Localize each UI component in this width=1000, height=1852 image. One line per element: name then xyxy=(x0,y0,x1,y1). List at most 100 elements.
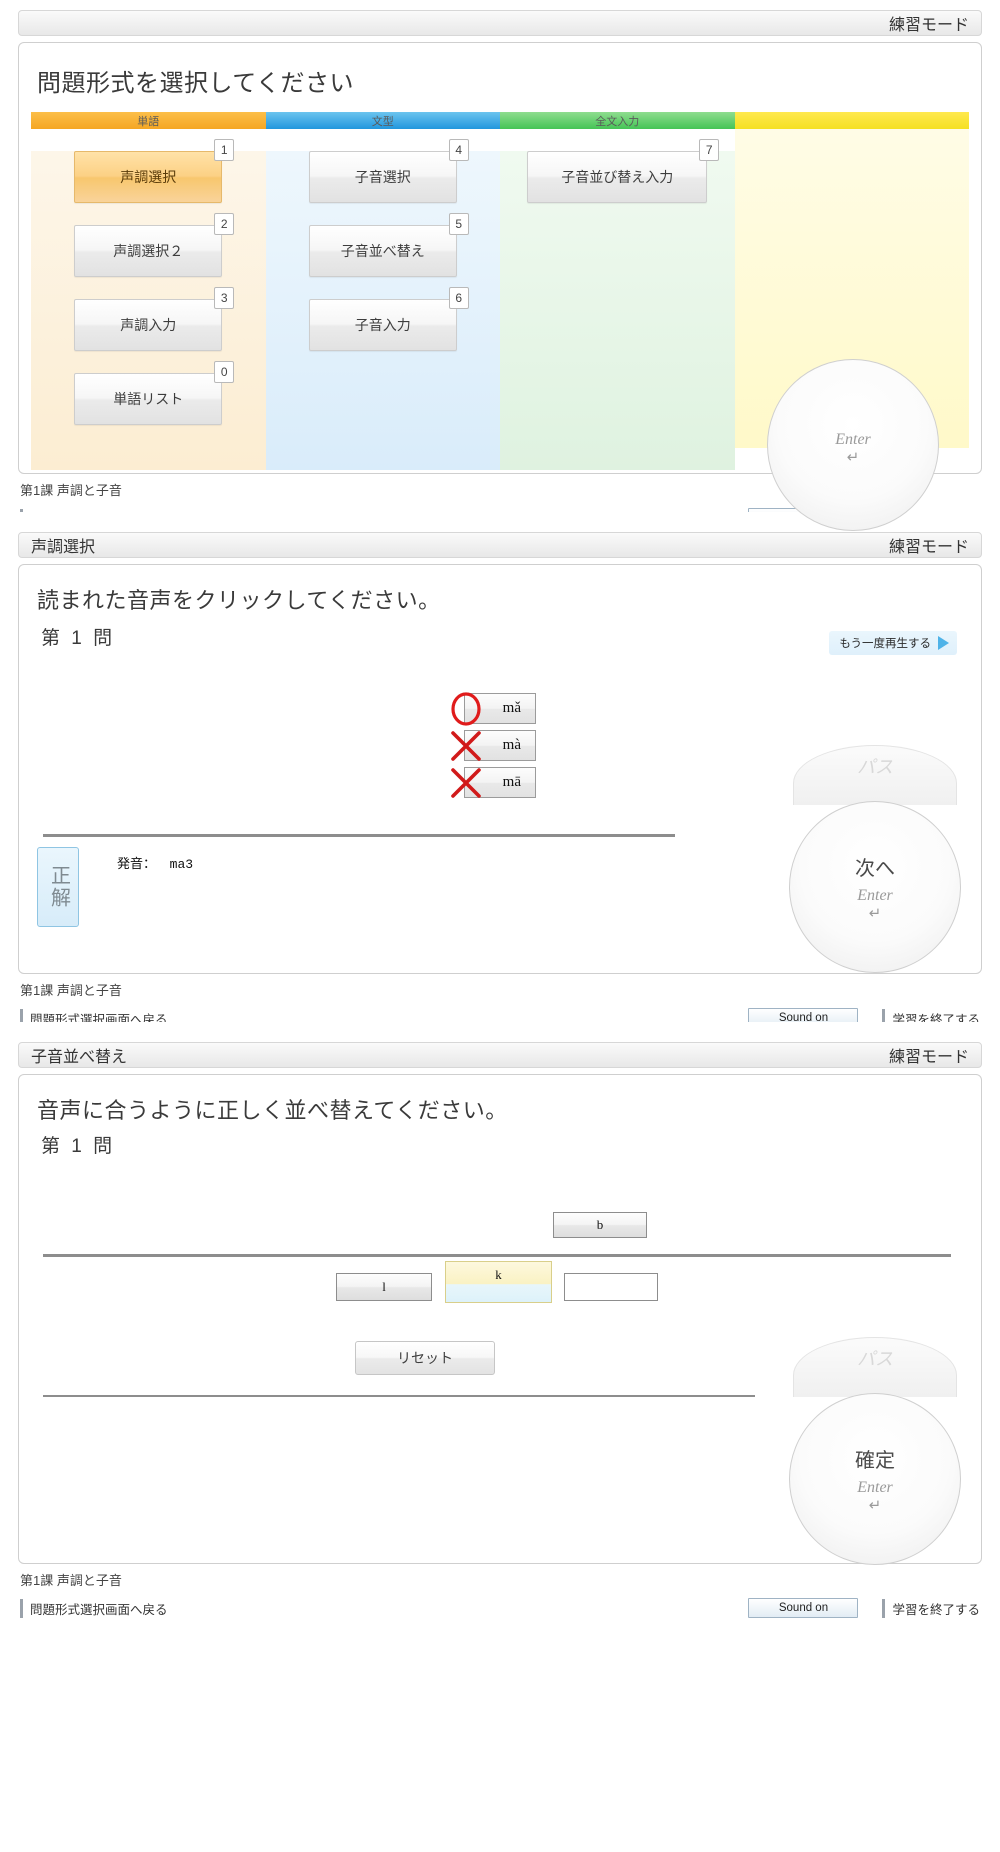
mode-button-label: 子音選択 xyxy=(354,169,411,185)
column-header-tango: 単語 xyxy=(31,112,266,129)
panel2-card: 読まれた音声をクリックしてください。 第 1 問 もう一度再生する mǎ mà … xyxy=(18,564,982,974)
panel1-mode-label: 練習モード xyxy=(888,17,969,34)
result-badge: 正解 xyxy=(37,847,79,927)
panel3-divider-bottom xyxy=(43,1395,755,1397)
mode-button-wrap-4: 子音選択 4 xyxy=(308,139,469,203)
mode-button-wrap-6: 子音入力 6 xyxy=(308,287,469,351)
panel1-card: 問題形式を選択してください 単語 声調選択 1 声調選択２ 2 声調入力 3 単… xyxy=(18,42,982,531)
panel3-confirm-dial[interactable]: 確定 Enter ↵ xyxy=(789,1393,961,1565)
tile-label: l xyxy=(382,1279,386,1294)
mode-button-tango-list[interactable]: 単語リスト xyxy=(74,373,223,425)
mode-button-shiin-sentaku[interactable]: 子音選択 xyxy=(308,151,457,203)
keycap-5: 5 xyxy=(448,213,469,235)
mode-button-wrap-2: 声調選択２ 2 xyxy=(74,213,235,277)
pronunciation-value: ma3 xyxy=(169,857,194,872)
answer-slot-row: l k xyxy=(19,1257,981,1329)
pronunciation-row: 発音： ma3 xyxy=(117,847,193,927)
answer-label: mǎ xyxy=(502,700,521,716)
circle-correct-icon xyxy=(451,692,481,726)
cross-incorrect-icon xyxy=(451,731,481,761)
pronunciation-label: 発音： xyxy=(117,856,157,871)
panel-tone-select: 声調選択 練習モード 読まれた音声をクリックしてください。 第 1 問 もう一度… xyxy=(0,512,1000,1028)
keycap-0: 0 xyxy=(214,361,235,383)
replay-audio-button[interactable]: もう一度再生する xyxy=(829,631,957,655)
cross-incorrect-icon xyxy=(451,768,481,798)
enter-arrow-icon: ↵ xyxy=(846,448,860,466)
column-body-tango: 声調選択 1 声調選択２ 2 声調入力 3 単語リスト 0 xyxy=(31,139,266,470)
column-header-zenbun: 全文入力 xyxy=(500,112,735,129)
answer-option-2[interactable]: mà xyxy=(451,730,536,761)
reset-label: リセット xyxy=(397,1350,453,1366)
slot-tile-l[interactable]: l xyxy=(336,1273,432,1301)
panel3-dial-enter-label: Enter xyxy=(857,1479,893,1496)
column-tango: 単語 声調選択 1 声調選択２ 2 声調入力 3 単語リスト 0 xyxy=(31,112,266,470)
panel-mode-select: 練習モード 問題形式を選択してください 単語 声調選択 1 声調選択２ 2 声調… xyxy=(0,0,1000,531)
answer-option-1[interactable]: mǎ xyxy=(451,692,536,726)
panel3-mode-label: 練習モード xyxy=(888,1049,969,1066)
mode-button-seicho-sentaku[interactable]: 声調選択 xyxy=(74,151,223,203)
column-zenbun: 全文入力 子音並び替え入力 7 xyxy=(500,112,735,470)
panel2-dial-label: 次へ xyxy=(855,858,895,880)
tile-label: b xyxy=(596,1217,604,1232)
mode-button-label: 声調選択２ xyxy=(113,243,184,259)
panel2-next-dial[interactable]: 次へ Enter ↵ xyxy=(789,801,961,973)
column-body-bunkei: 子音選択 4 子音並べ替え 5 子音入力 6 xyxy=(265,139,500,470)
panel1-enter-dial[interactable]: Enter ↵ xyxy=(767,359,939,531)
panel3-header-bar: 子音並べ替え 練習モード xyxy=(18,1042,982,1068)
panel2-pass-label: パス xyxy=(857,757,893,777)
mode-button-shiin-narabekae[interactable]: 子音並べ替え xyxy=(308,225,457,277)
mode-button-shiin-narabikae-nyuryoku[interactable]: 子音並び替え入力 xyxy=(527,151,708,203)
column-header-bunkei: 文型 xyxy=(265,112,500,129)
mode-button-shiin-nyuryoku[interactable]: 子音入力 xyxy=(308,299,457,351)
panel3-dial-label: 確定 xyxy=(855,1450,895,1472)
slot-tile-empty[interactable] xyxy=(564,1273,658,1301)
source-tile-area: b xyxy=(19,1158,981,1254)
slot-tile-k-dragging[interactable]: k xyxy=(445,1261,552,1303)
mode-button-wrap-7: 子音並び替え入力 7 xyxy=(527,139,720,203)
answer-label: mā xyxy=(502,774,521,790)
panel3-back-link[interactable]: 問題形式選択画面へ戻る xyxy=(20,1598,168,1618)
keycap-1: 1 xyxy=(214,139,235,161)
mode-button-label: 子音並べ替え xyxy=(340,243,425,259)
panel2-header-bar: 声調選択 練習モード xyxy=(18,532,982,558)
enter-arrow-icon: ↵ xyxy=(868,1497,882,1514)
mode-button-seicho-sentaku-2[interactable]: 声調選択２ xyxy=(74,225,223,277)
mode-button-seicho-nyuryoku[interactable]: 声調入力 xyxy=(74,299,223,351)
keycap-3: 3 xyxy=(214,287,235,309)
panel3-quit-link[interactable]: 学習を終了する xyxy=(882,1598,980,1618)
panel3-footer: 問題形式選択画面へ戻る Sound on 学習を終了する xyxy=(0,1593,1000,1623)
mode-button-label: 子音入力 xyxy=(354,317,411,333)
play-icon xyxy=(938,636,949,650)
panel1-dial-enter-label: Enter xyxy=(835,430,871,448)
mode-button-wrap-1: 声調選択 1 xyxy=(74,139,235,203)
answer-label: mà xyxy=(502,737,521,753)
panel2-mode-label: 練習モード xyxy=(888,539,969,556)
panel2-lesson-label: 第1課 声調と子音 xyxy=(20,983,122,998)
keycap-7: 7 xyxy=(699,139,720,161)
panel3-question-number: 第 1 問 xyxy=(41,1136,116,1157)
panel3-page-title: 音声に合うように正しく並べ替えてください。 xyxy=(37,1098,508,1123)
mode-button-label: 単語リスト xyxy=(113,391,184,407)
enter-arrow-icon: ↵ xyxy=(868,905,882,922)
column-header-empty xyxy=(734,112,969,129)
panel3-lesson-label: 第1課 声調と子音 xyxy=(20,1573,122,1588)
keycap-6: 6 xyxy=(448,287,469,309)
panel3-sound-button[interactable]: Sound on xyxy=(748,1598,859,1618)
panel2-page-title: 読まれた音声をクリックしてください。 xyxy=(37,588,441,613)
column-bunkei: 文型 子音選択 4 子音並べ替え 5 子音入力 6 xyxy=(265,112,500,470)
source-tile-b[interactable]: b xyxy=(553,1212,647,1238)
answer-option-3[interactable]: mā xyxy=(451,767,536,798)
panel1-header-bar: 練習モード xyxy=(18,10,982,36)
panel1-page-title: 問題形式を選択してください xyxy=(37,70,355,97)
keycap-4: 4 xyxy=(448,139,469,161)
panel3-card: 音声に合うように正しく並べ替えてください。 第 1 問 b l k リセット パ… xyxy=(18,1074,982,1565)
panel3-header-title: 子音並べ替え xyxy=(31,1049,128,1066)
mode-button-wrap-5: 子音並べ替え 5 xyxy=(308,213,469,277)
column-body-zenbun: 子音並び替え入力 7 xyxy=(500,139,735,470)
keycap-2: 2 xyxy=(214,213,235,235)
mode-button-label: 子音並び替え入力 xyxy=(561,169,674,185)
mode-button-label: 声調選択 xyxy=(120,169,177,185)
reset-button[interactable]: リセット xyxy=(355,1341,495,1375)
result-badge-text: 正解 xyxy=(47,865,70,909)
mode-button-wrap-0: 単語リスト 0 xyxy=(74,361,235,425)
